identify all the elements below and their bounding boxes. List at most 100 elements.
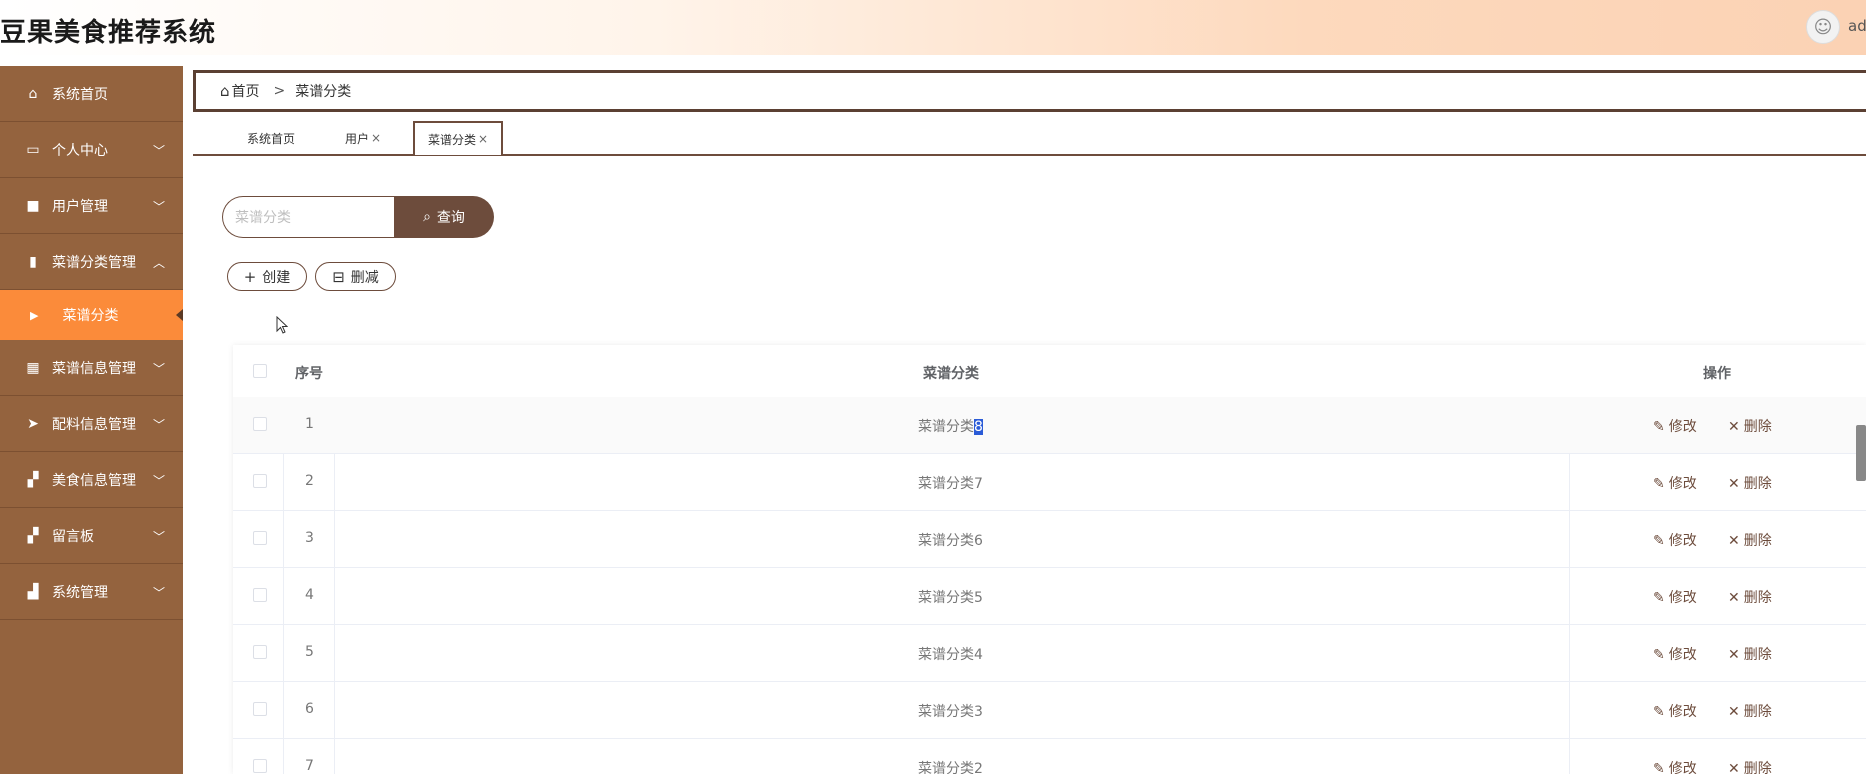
user-avatar[interactable]: ☺	[1806, 10, 1840, 44]
delete-button[interactable]: ⊟ 删减	[315, 262, 396, 291]
briefcase-icon: ■	[26, 197, 40, 214]
delete-row-button[interactable]: ✕ 删除	[1728, 587, 1772, 607]
sidebar-item-food-info[interactable]: ▞ 美食信息管理 ﹀	[0, 452, 183, 508]
close-icon: ✕	[1728, 533, 1740, 549]
pencil-icon: ✎	[1653, 761, 1665, 774]
table-row[interactable]: 2 菜谱分类7 ✎ 修改 ✕ 删除	[233, 454, 1866, 511]
row-index: 5	[305, 644, 314, 660]
header-category: 菜谱分类	[923, 366, 979, 382]
breadcrumb: ⌂ 首页 > 菜谱分类	[193, 70, 1866, 112]
sidebar-item-ingredient-info[interactable]: ➤ 配料信息管理 ﹀	[0, 396, 183, 452]
sidebar-item-recipe-info[interactable]: ▦ 菜谱信息管理 ﹀	[0, 340, 183, 396]
select-all-checkbox[interactable]	[253, 364, 267, 378]
header-operations: 操作	[1703, 366, 1731, 382]
row-checkbox[interactable]	[253, 588, 267, 602]
pencil-icon: ✎	[1653, 533, 1665, 549]
app-title: 豆果美食推荐系统	[0, 18, 217, 48]
tab-recipe-category[interactable]: 菜谱分类 ×	[413, 121, 503, 155]
bar-chart-icon: ▟	[27, 583, 39, 600]
breadcrumb-separator: >	[273, 83, 286, 99]
create-button-label: 创建	[262, 269, 291, 286]
search-button[interactable]: ⌕ 查询	[394, 196, 494, 238]
table-row[interactable]: 6 菜谱分类3 ✎ 修改 ✕ 删除	[233, 682, 1866, 739]
home-icon: ⌂	[28, 85, 38, 102]
close-icon[interactable]: ×	[478, 132, 488, 146]
tab-bar: 系统首页 用户 × 菜谱分类 ×	[193, 120, 1866, 156]
row-checkbox[interactable]	[253, 417, 267, 431]
top-header: 豆果美食推荐系统 ☺ adi	[0, 0, 1866, 55]
edit-button[interactable]: ✎ 修改	[1653, 644, 1697, 664]
table-row[interactable]: 5 菜谱分类4 ✎ 修改 ✕ 删除	[233, 625, 1866, 682]
mouse-cursor-icon	[276, 316, 288, 334]
sidebar-item-personal[interactable]: ▭ 个人中心 ﹀	[0, 122, 183, 178]
sidebar-item-users[interactable]: ■ 用户管理 ﹀	[0, 178, 183, 234]
tab-users[interactable]: 用户 ×	[333, 122, 393, 154]
create-button[interactable]: + 创建	[227, 262, 307, 291]
close-icon[interactable]: ×	[371, 131, 381, 145]
user-name[interactable]: adi	[1848, 17, 1866, 35]
apps-icon: ▞	[27, 527, 39, 544]
pencil-icon: ✎	[1653, 647, 1665, 663]
tab-home[interactable]: 系统首页	[227, 122, 315, 154]
minus-square-icon: ⊟	[332, 267, 345, 286]
delete-row-button[interactable]: ✕ 删除	[1728, 473, 1772, 493]
delete-row-button[interactable]: ✕ 删除	[1728, 644, 1772, 664]
breadcrumb-home[interactable]: 首页	[232, 81, 260, 101]
table-row[interactable]: 4 菜谱分类5 ✎ 修改 ✕ 删除	[233, 568, 1866, 625]
chevron-down-icon: ﹀	[152, 362, 165, 376]
pencil-icon: ✎	[1653, 590, 1665, 606]
delete-row-button[interactable]: ✕ 删除	[1728, 416, 1772, 436]
sidebar-subitem-recipe-category[interactable]: ▶ 菜谱分类	[0, 290, 183, 340]
search-input[interactable]	[222, 196, 394, 238]
delete-row-button[interactable]: ✕ 删除	[1728, 701, 1772, 721]
breadcrumb-current: 菜谱分类	[295, 84, 352, 100]
chevron-down-icon: ﹀	[152, 474, 165, 488]
pencil-icon: ✎	[1653, 704, 1665, 720]
row-index: 7	[305, 758, 314, 774]
sidebar-item-system-mgmt[interactable]: ▟ 系统管理 ﹀	[0, 564, 183, 620]
chevron-down-icon: ﹀	[152, 418, 165, 432]
row-checkbox[interactable]	[253, 759, 267, 773]
pencil-icon: ✎	[1653, 419, 1665, 435]
data-table: 序号 菜谱分类 操作 1 菜谱分类8 ✎ 修改 ✕ 删除 2 菜谱分类7 ✎ 修改 ✕…	[233, 345, 1866, 774]
delete-button-label: 删减	[350, 269, 379, 286]
row-index: 6	[305, 701, 314, 717]
table-row[interactable]: 7 菜谱分类2 ✎ 修改 ✕ 删除	[233, 739, 1866, 774]
pencil-icon: ✎	[1653, 476, 1665, 492]
sidebar-item-label: 配料信息管理	[52, 416, 136, 433]
header-index: 序号	[295, 366, 323, 382]
sidebar-item-home[interactable]: ⌂ 系统首页	[0, 66, 183, 122]
chevron-down-icon: ﹀	[152, 586, 165, 600]
sidebar-item-label: 美食信息管理	[52, 472, 136, 489]
close-icon: ✕	[1728, 476, 1740, 492]
edit-button[interactable]: ✎ 修改	[1653, 758, 1697, 774]
edit-button[interactable]: ✎ 修改	[1653, 701, 1697, 721]
plus-icon: +	[243, 267, 257, 286]
row-index: 1	[305, 416, 314, 432]
scrollbar-thumb[interactable]	[1856, 425, 1866, 481]
sidebar-item-message-board[interactable]: ▞ 留言板 ﹀	[0, 508, 183, 564]
apps-icon: ▞	[27, 471, 39, 488]
row-category: 菜谱分类5	[918, 590, 983, 606]
edit-button[interactable]: ✎ 修改	[1653, 473, 1697, 493]
row-checkbox[interactable]	[253, 531, 267, 545]
send-icon: ➤	[27, 415, 39, 432]
sidebar-item-recipe-category-mgmt[interactable]: ▮ 菜谱分类管理 ︿	[0, 234, 183, 290]
delete-row-button[interactable]: ✕ 删除	[1728, 758, 1772, 774]
sidebar-subitem-label: 菜谱分类	[62, 308, 119, 324]
row-checkbox[interactable]	[253, 645, 267, 659]
table-header: 序号 菜谱分类 操作	[233, 345, 1866, 397]
table-row[interactable]: 1 菜谱分类8 ✎ 修改 ✕ 删除	[233, 397, 1866, 454]
row-category: 菜谱分类2	[918, 761, 983, 774]
row-checkbox[interactable]	[253, 702, 267, 716]
delete-row-button[interactable]: ✕ 删除	[1728, 530, 1772, 550]
sidebar-item-label: 留言板	[52, 528, 94, 545]
table-row[interactable]: 3 菜谱分类6 ✎ 修改 ✕ 删除	[233, 511, 1866, 568]
row-index: 3	[305, 530, 314, 546]
edit-button[interactable]: ✎ 修改	[1653, 587, 1697, 607]
chevron-down-icon: ﹀	[152, 200, 165, 214]
edit-button[interactable]: ✎ 修改	[1653, 530, 1697, 550]
row-checkbox[interactable]	[253, 474, 267, 488]
edit-button[interactable]: ✎ 修改	[1653, 416, 1697, 436]
home-icon[interactable]: ⌂	[220, 82, 230, 100]
